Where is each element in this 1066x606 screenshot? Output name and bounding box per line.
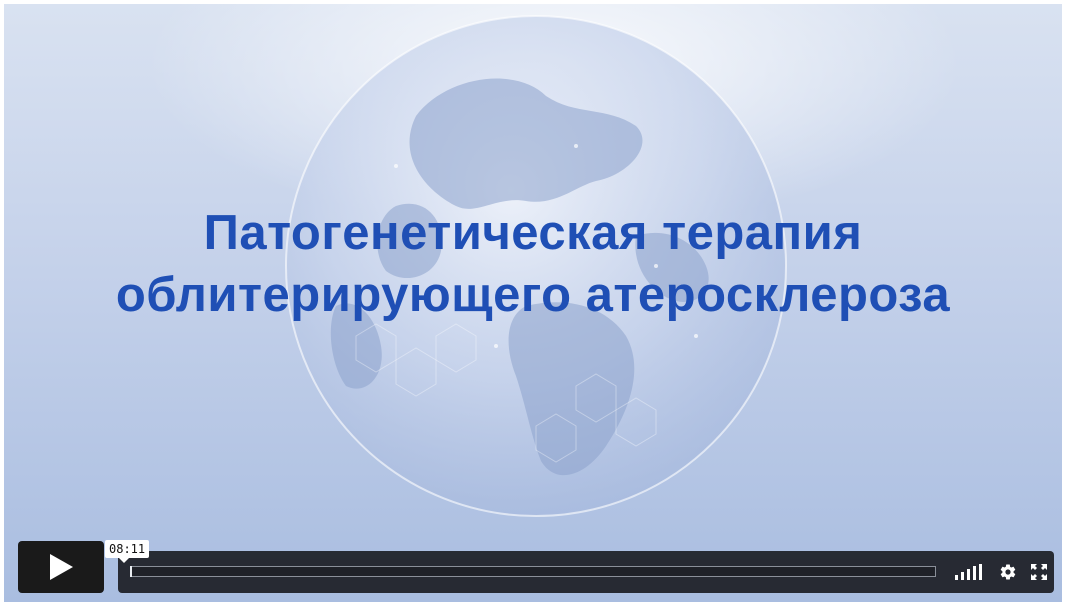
video-player[interactable]: Патогенетическая терапия облитерирующего… [4,4,1062,602]
video-title-line-1: Патогенетическая терапия [203,206,863,260]
volume-bars-icon [955,564,982,580]
play-button[interactable] [18,541,104,593]
control-bar [118,551,1054,593]
volume-button[interactable] [952,561,986,583]
fullscreen-button[interactable] [1028,561,1050,583]
fullscreen-icon [1031,564,1047,580]
video-title-line-2: облитерирующего атеросклероза [115,268,951,322]
time-tooltip: 08:11 [105,540,150,563]
gear-icon [1000,564,1016,580]
play-icon [50,554,73,580]
settings-button[interactable] [996,561,1020,583]
progress-bar[interactable] [130,566,936,577]
playhead[interactable] [130,566,132,577]
